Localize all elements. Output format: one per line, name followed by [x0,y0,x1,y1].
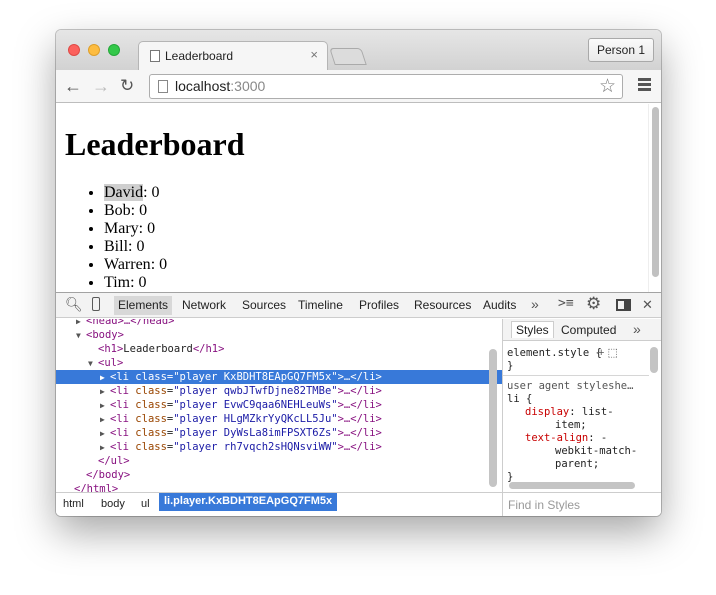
menu-icon[interactable] [638,78,651,93]
list-item: Bill: 0 [104,238,167,256]
address-bar[interactable]: localhost:3000 ☆ [149,74,623,99]
styles-scroll-thumb[interactable] [650,347,658,373]
browser-window: Leaderboard × Person 1 ← → ↻ localhost:3… [56,30,661,516]
close-devtools-icon[interactable]: ✕ [642,297,653,313]
player-name: Mary [104,220,139,237]
tab-strip: Leaderboard × Person 1 [56,30,661,70]
reload-icon[interactable]: ↻ [120,76,134,96]
display-declaration[interactable]: display: list- [525,406,614,419]
list-item: Tim: 0 [104,274,167,292]
player-name: Bob [104,202,131,219]
devtools-toolbar: 🔍︎ Elements Network Sources Timeline Pro… [56,293,661,318]
more-panes-icon[interactable]: » [633,321,641,337]
console-drawer-icon[interactable]: >≡ [558,296,574,311]
player-score: : 0 [130,274,147,291]
dock-side-icon[interactable] [616,299,631,311]
player-name: Tim [104,274,131,291]
dom-node-body[interactable]: ▼ <body> [76,328,124,342]
back-arrow-icon[interactable]: ← [64,76,82,96]
divider [503,375,649,376]
player-score: : 0 [130,202,148,219]
list-item: Warren: 0 [104,256,167,274]
tab-styles[interactable]: Styles [511,321,554,338]
text-align-value-end: parent; [555,458,600,470]
devtools-panel: 🔍︎ Elements Network Sources Timeline Pro… [56,292,661,516]
zoom-window-button[interactable] [108,44,120,56]
page-content: Leaderboard David: 0 Bob: 0 Mary: 0 Bill… [56,104,661,292]
display-value-continued: item; [555,419,587,431]
dom-tree: ▶ <head>…</head> ▼ <body> <h1>Leaderboard<… [56,319,502,492]
player-name: Bill [104,238,129,255]
page-scrollbar[interactable] [648,104,660,292]
list-item: David: 0 [104,184,167,202]
element-style-close: } [507,360,514,372]
text-align-declaration[interactable]: text-align: - [525,432,607,445]
player-name: David [104,184,144,201]
browser-toolbar: ← → ↻ localhost:3000 ☆ [56,70,661,103]
tab-computed[interactable]: Computed [561,323,616,337]
more-tabs-icon[interactable]: » [531,296,539,312]
find-in-styles-input[interactable]: Find in Styles [502,492,661,516]
user-agent-stylesheet-label: user agent styleshe… [507,380,634,392]
close-tab-icon[interactable]: × [310,47,318,62]
new-tab-button[interactable] [329,48,367,65]
dom-node-ul[interactable]: ▼ <ul> [88,356,123,370]
tab-sources[interactable]: Sources [242,298,286,312]
dom-node-li[interactable]: ▶ <li class="player qwbJTwfDjne82TMBe">…<… [100,384,382,398]
breadcrumb: html body ul li.player.KxBDHT8EApGQ7FM5x [56,492,502,516]
element-style-selector[interactable]: element.style { [507,347,602,360]
tab-network[interactable]: Network [182,298,226,312]
dom-node-ul-close[interactable]: </ul> [98,454,130,468]
dom-node-li[interactable]: ▶ <li class="player DyWsLa8imFPSXT6Zs">…<… [100,426,382,440]
close-window-button[interactable] [68,44,80,56]
player-score: : 0 [138,220,156,237]
list-item: Bob: 0 [104,202,167,220]
tab-resources[interactable]: Resources [414,298,471,312]
dom-node-li[interactable]: ▶ <li class="player rh7vqch2sHQNsviWW">…<… [100,440,382,454]
breadcrumb-li[interactable]: li.player.KxBDHT8EApGQ7FM5x [159,493,338,511]
li-rule-selector[interactable]: li { [507,393,532,406]
page-icon [158,80,168,93]
dom-node-li-selected[interactable]: ▶ <li class="player KxBDHT8EApGQ7FM5x">…<… [56,370,502,384]
player-score: : 0 [150,256,168,273]
player-list: David: 0 Bob: 0 Mary: 0 Bill: 0 Warren: … [104,184,167,292]
styles-pane: Styles Computed » element.style { + ⬚ } … [502,319,661,492]
styles-tabbar: Styles Computed » [503,319,661,341]
dom-node-li[interactable]: ▶ <li class="player EvwC9qaa6NEHLeuWs">…<… [100,398,382,412]
gear-icon[interactable]: ⚙ [586,294,601,314]
player-name: Warren [104,256,151,273]
styles-hscroll-thumb[interactable] [509,482,635,489]
page-heading: Leaderboard [65,126,245,162]
tab-audits[interactable]: Audits [483,298,516,312]
dom-node-li[interactable]: ▶ <li class="player HLgMZkrYyQKcLL5Ju">…<… [100,412,382,426]
profile-button[interactable]: Person 1 [587,38,654,62]
tab-title: Leaderboard [165,49,234,63]
text-align-value-continued: webkit-match- [555,445,638,457]
dom-node-head[interactable]: ▶ <head>…</head> [76,319,175,328]
tab-timeline[interactable]: Timeline [298,298,343,312]
tab-leaderboard[interactable]: Leaderboard × [138,41,328,70]
bookmark-star-icon[interactable]: ☆ [599,75,616,98]
list-item: Mary: 0 [104,220,167,238]
tab-elements[interactable]: Elements [114,296,173,315]
minimize-window-button[interactable] [88,44,100,56]
url-text: localhost:3000 [175,78,266,94]
dom-node-body-close[interactable]: </body> [86,468,130,482]
player-score: : 0 [128,238,145,255]
dom-node-h1[interactable]: <h1>Leaderboard</h1> [98,342,224,356]
dom-node-html-close[interactable]: </html> [74,482,118,492]
breadcrumb-ul[interactable]: ul [141,498,150,510]
breadcrumb-html[interactable]: html [63,498,84,510]
forward-arrow-icon[interactable]: → [92,76,110,96]
player-score: : 0 [143,184,160,201]
page-scroll-thumb[interactable] [652,107,659,277]
new-style-rule-icon[interactable]: + ⬚ [598,346,618,359]
tab-profiles[interactable]: Profiles [359,298,399,312]
breadcrumb-body[interactable]: body [101,498,125,510]
dom-scroll-thumb[interactable] [489,349,497,487]
inspect-search-icon[interactable]: 🔍︎ [65,296,83,313]
page-icon [150,50,160,62]
device-mode-icon[interactable] [92,297,100,311]
